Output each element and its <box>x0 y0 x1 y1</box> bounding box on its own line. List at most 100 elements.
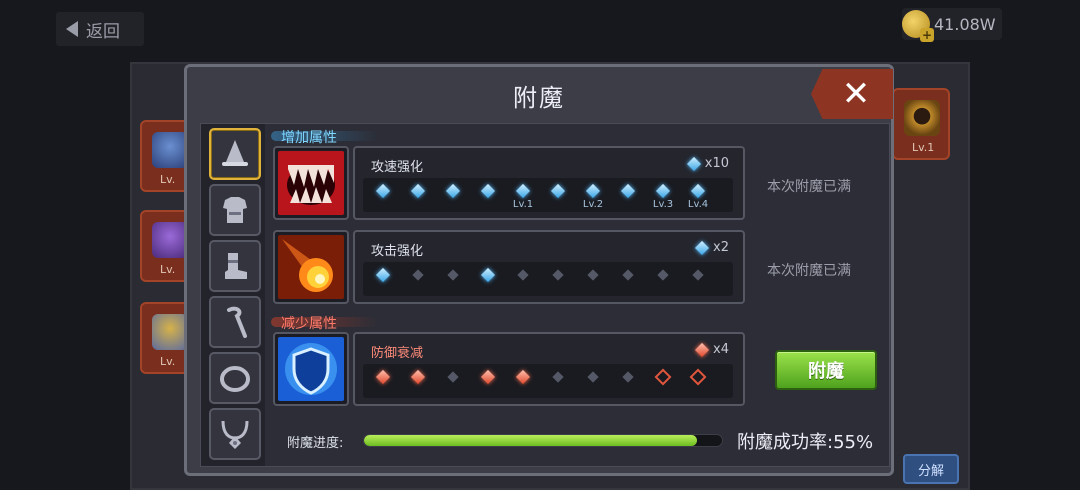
boots-icon <box>225 253 247 279</box>
progress-label: 附魔进度: <box>287 436 344 451</box>
enchant-gem-blue <box>480 183 496 199</box>
enchant-gem-hollow <box>654 368 672 386</box>
armor-art <box>152 314 188 350</box>
gold-coin-icon: + <box>902 10 934 42</box>
stat-name: 攻速强化 <box>371 160 424 175</box>
enchant-gem-blue <box>480 267 496 283</box>
slot-level: Lv.1 <box>912 141 935 154</box>
stat-status: 本次附魔已满 <box>767 179 851 195</box>
close-icon: ✕ <box>841 74 871 114</box>
shield-icon <box>278 337 344 401</box>
enchant-gem-red <box>480 369 496 385</box>
tab-boots[interactable] <box>209 240 261 292</box>
enchant-gem-grey <box>622 269 634 281</box>
stat-row: 攻速强化 x10 Lv.1 Lv.2 Lv.3 Lv.4 <box>353 146 745 220</box>
gem-level-label: Lv.1 <box>512 199 534 210</box>
tab-staff[interactable] <box>209 296 261 348</box>
progress-bar <box>363 434 723 447</box>
enchant-gem-grey <box>587 269 599 281</box>
enchant-gem-grey <box>692 269 704 281</box>
enchant-gem-grey <box>412 269 424 281</box>
enchant-button[interactable]: 附魔 <box>775 350 877 390</box>
enchant-gem-blue <box>375 183 391 199</box>
gem-track <box>363 262 733 296</box>
stat-count: x2 <box>694 240 729 255</box>
enchant-gem-grey <box>587 371 599 383</box>
fangs-icon <box>278 151 344 215</box>
dialog-title: 附魔 <box>513 83 565 112</box>
slot-level: Lv. <box>160 173 176 186</box>
gem-track: Lv.1 Lv.2 Lv.3 Lv.4 <box>363 178 733 212</box>
enchant-gem-grey <box>447 371 459 383</box>
dialog-header: 附魔 ✕ <box>187 67 893 123</box>
bg-equip-slot[interactable]: Lv.1 <box>892 88 950 160</box>
enchant-gem-blue <box>445 183 461 199</box>
enchant-gem-blue <box>655 183 671 199</box>
ring-icon <box>220 366 250 392</box>
enchant-gem-grey <box>657 269 669 281</box>
stat-count-value: x10 <box>704 156 729 171</box>
gold-counter[interactable]: + 41.08W <box>902 8 1002 42</box>
ring-art <box>904 100 940 136</box>
gem-level-label: Lv.4 <box>687 199 709 210</box>
robe-art <box>152 222 188 258</box>
necklace-icon <box>221 420 249 449</box>
enchant-gem-blue <box>585 183 601 199</box>
stat-count-value: x4 <box>713 342 729 357</box>
enchant-gem-red <box>410 369 426 385</box>
stat-count-value: x2 <box>713 240 729 255</box>
back-label: 返回 <box>86 21 120 42</box>
tab-armor[interactable] <box>209 184 261 236</box>
staff-icon <box>227 306 247 338</box>
helmet-art <box>152 132 188 168</box>
slot-level: Lv. <box>160 355 176 368</box>
stat-count: x10 <box>686 156 729 171</box>
enchant-gem-grey <box>447 269 459 281</box>
back-button[interactable]: 返回 <box>56 12 144 46</box>
stat-count: x4 <box>694 342 729 357</box>
tab-necklace[interactable] <box>209 408 261 460</box>
stat-row: 防御衰减 x4 <box>353 332 745 406</box>
armor-icon <box>223 197 247 223</box>
stat-name: 攻击强化 <box>371 244 424 259</box>
enchant-gem-blue <box>550 183 566 199</box>
stat-icon-box <box>273 146 349 220</box>
progress-fill <box>364 435 697 446</box>
stat-row: 攻击强化 x2 <box>353 230 745 304</box>
gold-amount: 41.08W <box>934 14 996 34</box>
fireball-icon <box>278 235 344 299</box>
equipment-tabs <box>201 124 265 466</box>
reduce-attribute-label: 减少属性 <box>281 316 337 332</box>
tab-ring[interactable] <box>209 352 261 404</box>
enchant-gem-blue <box>515 183 531 199</box>
enchant-gem-blue <box>620 183 636 199</box>
enchant-gem-blue <box>690 183 706 199</box>
gem-icon <box>694 342 710 357</box>
back-arrow-icon <box>66 21 78 37</box>
gem-icon <box>686 156 701 171</box>
enchant-gem-blue <box>410 183 426 199</box>
gem-track <box>363 364 733 398</box>
stat-icon-box <box>273 230 349 304</box>
tab-hat[interactable] <box>209 128 261 180</box>
enchant-gem-red <box>375 369 391 385</box>
enchant-gem-hollow <box>689 368 707 386</box>
hat-icon <box>222 140 248 166</box>
enchant-gem-grey <box>622 371 634 383</box>
gem-level-label: Lv.2 <box>582 199 604 210</box>
enchant-gem-blue <box>375 267 391 283</box>
enchant-gem-grey <box>552 371 564 383</box>
add-attribute-label: 增加属性 <box>281 130 337 146</box>
gem-icon <box>694 240 710 255</box>
stat-status: 本次附魔已满 <box>767 263 851 279</box>
split-button[interactable]: 分解 <box>903 454 959 484</box>
close-button[interactable]: ✕ <box>811 69 893 119</box>
stat-icon-box <box>273 332 349 406</box>
enchant-gem-red <box>515 369 531 385</box>
stat-name: 防御衰减 <box>371 346 424 361</box>
add-gold-icon[interactable]: + <box>920 28 934 42</box>
enchant-gem-grey <box>552 269 564 281</box>
dialog-body: 增加属性 攻速强化 x10 Lv.1 Lv.2 Lv.3 Lv.4 本次附魔已满 <box>200 123 890 467</box>
enchant-dialog: 附魔 ✕ 增加属性 攻速强化 x10 Lv.1 Lv.2 Lv.3 Lv.4 本… <box>184 64 894 476</box>
success-rate: 附魔成功率:55% <box>737 432 874 453</box>
